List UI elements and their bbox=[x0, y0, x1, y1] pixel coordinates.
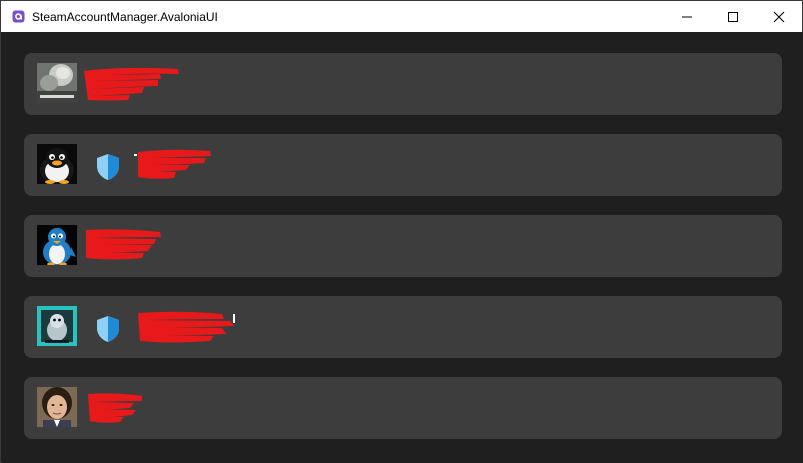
blue-penguin-avatar bbox=[37, 225, 77, 265]
avalonia-app-icon bbox=[11, 10, 25, 24]
close-icon bbox=[773, 11, 785, 22]
account-card[interactable] bbox=[24, 53, 782, 115]
account-card[interactable] bbox=[24, 215, 782, 277]
steam-guard-shield-icon bbox=[97, 316, 119, 342]
account-card[interactable] bbox=[24, 377, 782, 439]
caption-buttons bbox=[664, 1, 802, 32]
redaction-mark bbox=[86, 229, 161, 260]
account-card[interactable] bbox=[24, 296, 782, 358]
penguin-avatar bbox=[37, 144, 77, 184]
maximize-icon bbox=[728, 11, 738, 22]
redaction-mark bbox=[84, 67, 179, 101]
app-window: SteamAccountManager.AvaloniaUI bbox=[0, 0, 803, 463]
minimize-button[interactable] bbox=[664, 1, 710, 32]
account-list bbox=[2, 32, 803, 463]
redaction-mark bbox=[134, 311, 235, 343]
minimize-icon bbox=[682, 16, 692, 17]
redaction-mark bbox=[88, 393, 142, 423]
steam-guard-shield-icon bbox=[97, 154, 119, 180]
silent-hill-avatar bbox=[37, 63, 77, 103]
title-bar[interactable]: SteamAccountManager.AvaloniaUI bbox=[1, 1, 802, 32]
person-photo-avatar bbox=[37, 387, 77, 427]
redaction-mark bbox=[134, 149, 211, 179]
maximize-button[interactable] bbox=[710, 1, 756, 32]
account-card[interactable] bbox=[24, 134, 782, 196]
teal-creature-avatar bbox=[37, 306, 77, 346]
close-button[interactable] bbox=[756, 1, 802, 32]
window-title: SteamAccountManager.AvaloniaUI bbox=[32, 9, 218, 24]
